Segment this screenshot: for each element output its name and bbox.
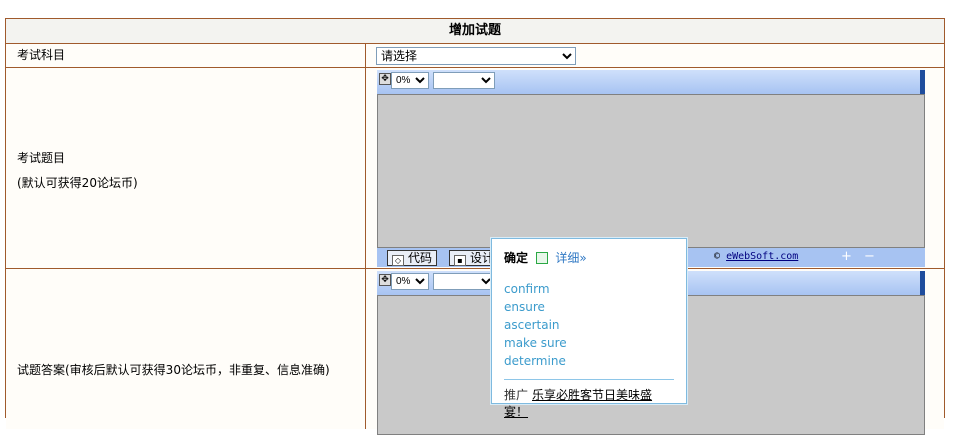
zoom-select[interactable]: 0% [391,72,429,89]
translation-item[interactable]: ascertain [504,316,674,334]
promo-bar: 推广 乐享必胜客节日美味盛宴！ [504,379,674,420]
question-editor-area[interactable] [377,94,925,248]
popup-confirm-label: 确定 [504,251,529,265]
copyright-link[interactable]: eWebSoft.com [726,251,798,262]
form-title: 增加试题 [448,23,501,38]
format-select[interactable] [433,273,495,290]
subject-label: 考试科目 [6,44,366,67]
dictionary-popup: 确定 详细» confirm ensure ascertain make sur… [491,238,687,419]
subject-value-cell: 请选择 [367,44,944,67]
zoom-select[interactable]: 0% [391,273,429,290]
translation-item[interactable]: make sure [504,334,674,352]
translation-item[interactable]: ensure [504,298,674,316]
answer-label-cell: 试题答案(审核后默认可获得30论坛币，非重复、信息准确) [6,269,366,429]
code-mode-button[interactable]: ◇ 代码 [387,250,438,266]
translation-item[interactable]: determine [504,352,674,370]
detail-link[interactable]: 详细» [555,251,586,265]
form-header: 增加试题 [6,19,944,44]
question-row: 考试题目 (默认可获得20论坛币) ✥ 0% ◇ 代码 ▪ 设计 © eWebSof… [6,68,944,269]
question-label: 考试题目 [17,151,66,165]
answer-row: 试题答案(审核后默认可获得30论坛币，非重复、信息准确) ✥ 0% [6,269,944,435]
question-editor-toolbar: ✥ 0% [377,70,925,94]
copyright-symbol: © [714,251,721,262]
subject-select[interactable]: 请选择 [376,47,576,65]
add-notebook-icon[interactable] [536,252,549,264]
fullscreen-icon[interactable]: ✥ [379,274,391,286]
design-icon: ▪ [454,255,466,266]
answer-label: 试题答案(审核后默认可获得30论坛币，非重复、信息准确) [17,363,330,377]
fullscreen-icon[interactable]: ✥ [379,73,391,85]
popup-header: 确定 详细» [504,249,674,266]
expand-plus-icon[interactable]: + [841,250,852,263]
shrink-minus-icon[interactable]: − [864,250,875,263]
add-question-form: 增加试题 考试科目 请选择 考试题目 (默认可获得20论坛币) ✥ 0% ◇ 代… [5,18,945,435]
question-label-cell: 考试题目 (默认可获得20论坛币) [6,68,366,268]
copyright: © eWebSoft.com [714,251,798,262]
code-icon: ◇ [392,255,404,266]
subject-row: 考试科目 请选择 [6,44,944,68]
code-mode-label: 代码 [408,251,433,265]
translation-item[interactable]: confirm [504,280,674,298]
question-reward-note: (默认可获得20论坛币) [17,176,138,190]
promo-prefix: 推广 [504,388,529,402]
format-select[interactable] [433,72,495,89]
